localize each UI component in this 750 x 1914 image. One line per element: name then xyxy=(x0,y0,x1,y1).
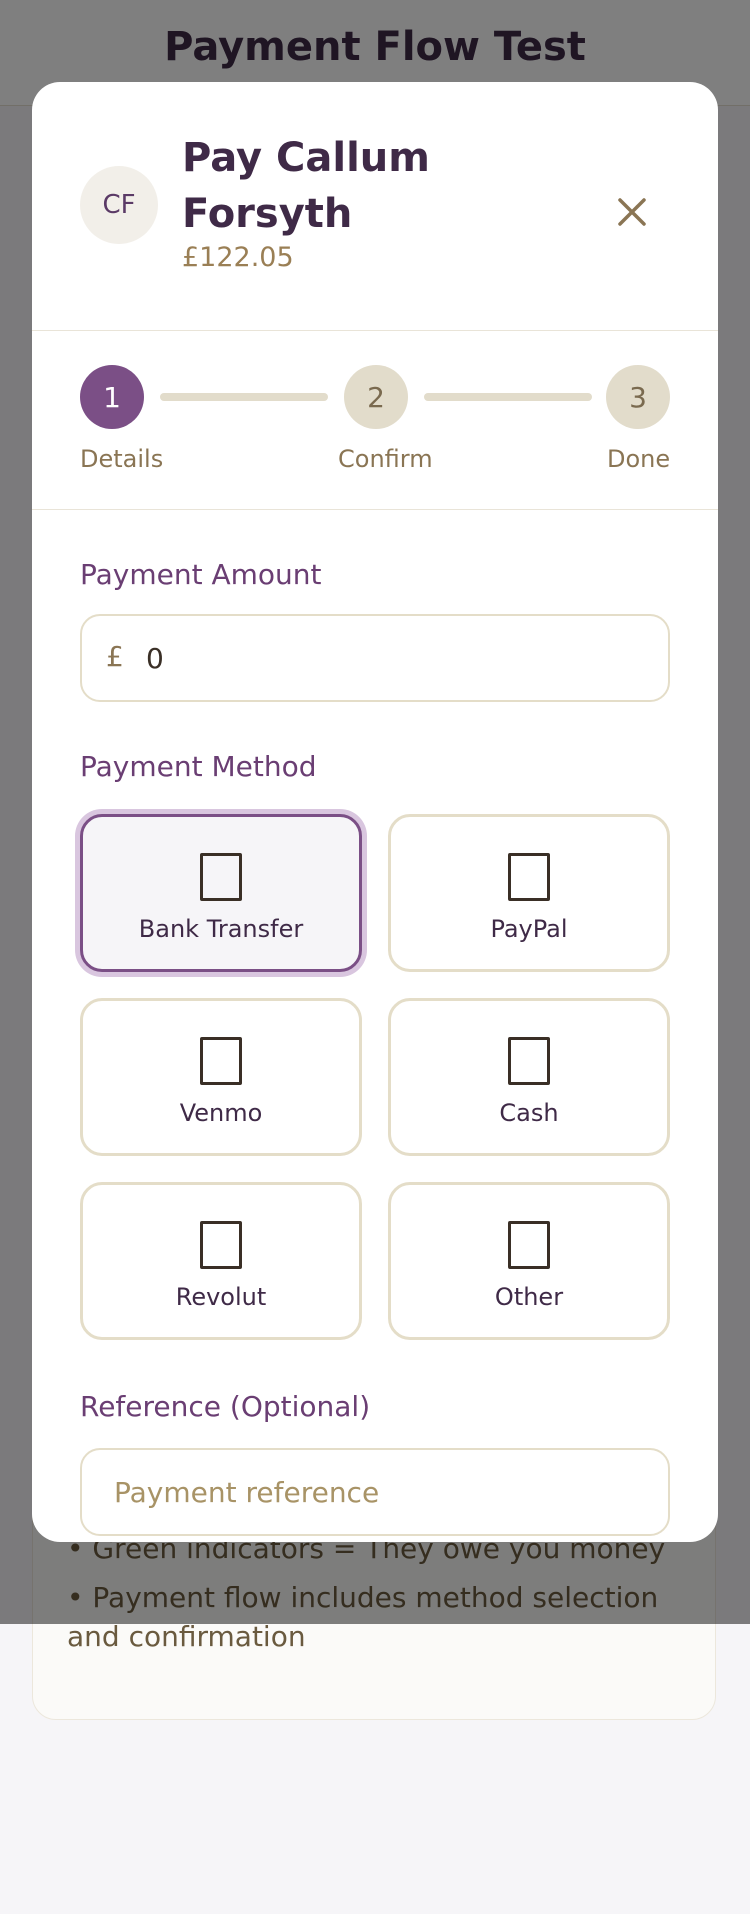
method-label-text: Venmo xyxy=(179,1099,263,1127)
method-label-text: Revolut xyxy=(175,1283,267,1311)
close-icon xyxy=(618,198,646,226)
method-label-text: PayPal xyxy=(490,915,568,943)
method-label-text: Other xyxy=(494,1283,564,1311)
modal-title: Pay Callum Forsyth xyxy=(182,135,430,237)
payment-modal: CF Pay Callum Forsyth £122.05 1 2 3 Deta… xyxy=(32,82,718,1542)
method-label-text: Bank Transfer xyxy=(138,915,304,943)
amount-due: £122.05 xyxy=(182,242,294,273)
method-cash[interactable]: Cash xyxy=(388,998,670,1156)
reference-label: Reference (Optional) xyxy=(80,1390,371,1423)
amount-input-wrapper: £ xyxy=(80,614,670,702)
step-connector xyxy=(424,393,592,401)
method-revolut[interactable]: Revolut xyxy=(80,1182,362,1340)
progress-stepper: 1 2 3 Details Confirm Done xyxy=(32,331,718,510)
method-other[interactable]: Other xyxy=(388,1182,670,1340)
method-venmo[interactable]: Venmo xyxy=(80,998,362,1156)
step-1-indicator: 1 xyxy=(80,365,144,429)
venmo-icon xyxy=(200,1037,242,1085)
step-2-label: Confirm xyxy=(338,445,433,473)
revolut-icon xyxy=(200,1221,242,1269)
method-bank-transfer[interactable]: Bank Transfer xyxy=(80,814,362,972)
method-label-text: Cash xyxy=(499,1099,559,1127)
currency-symbol: £ xyxy=(106,640,124,673)
amount-label: Payment Amount xyxy=(80,558,322,591)
close-button[interactable] xyxy=(602,182,662,242)
method-label: Payment Method xyxy=(80,750,317,783)
other-method-icon xyxy=(508,1221,550,1269)
step-3-indicator: 3 xyxy=(606,365,670,429)
avatar: CF xyxy=(80,166,158,244)
reference-input[interactable] xyxy=(80,1448,670,1536)
bank-icon xyxy=(200,853,242,901)
step-connector xyxy=(160,393,328,401)
cash-icon xyxy=(508,1037,550,1085)
paypal-icon xyxy=(508,853,550,901)
step-1-label: Details xyxy=(80,445,164,473)
step-2-indicator: 2 xyxy=(344,365,408,429)
modal-header: CF Pay Callum Forsyth £122.05 xyxy=(32,82,718,331)
amount-input[interactable] xyxy=(146,634,646,682)
method-paypal[interactable]: PayPal xyxy=(388,814,670,972)
step-3-label: Done xyxy=(607,445,671,473)
